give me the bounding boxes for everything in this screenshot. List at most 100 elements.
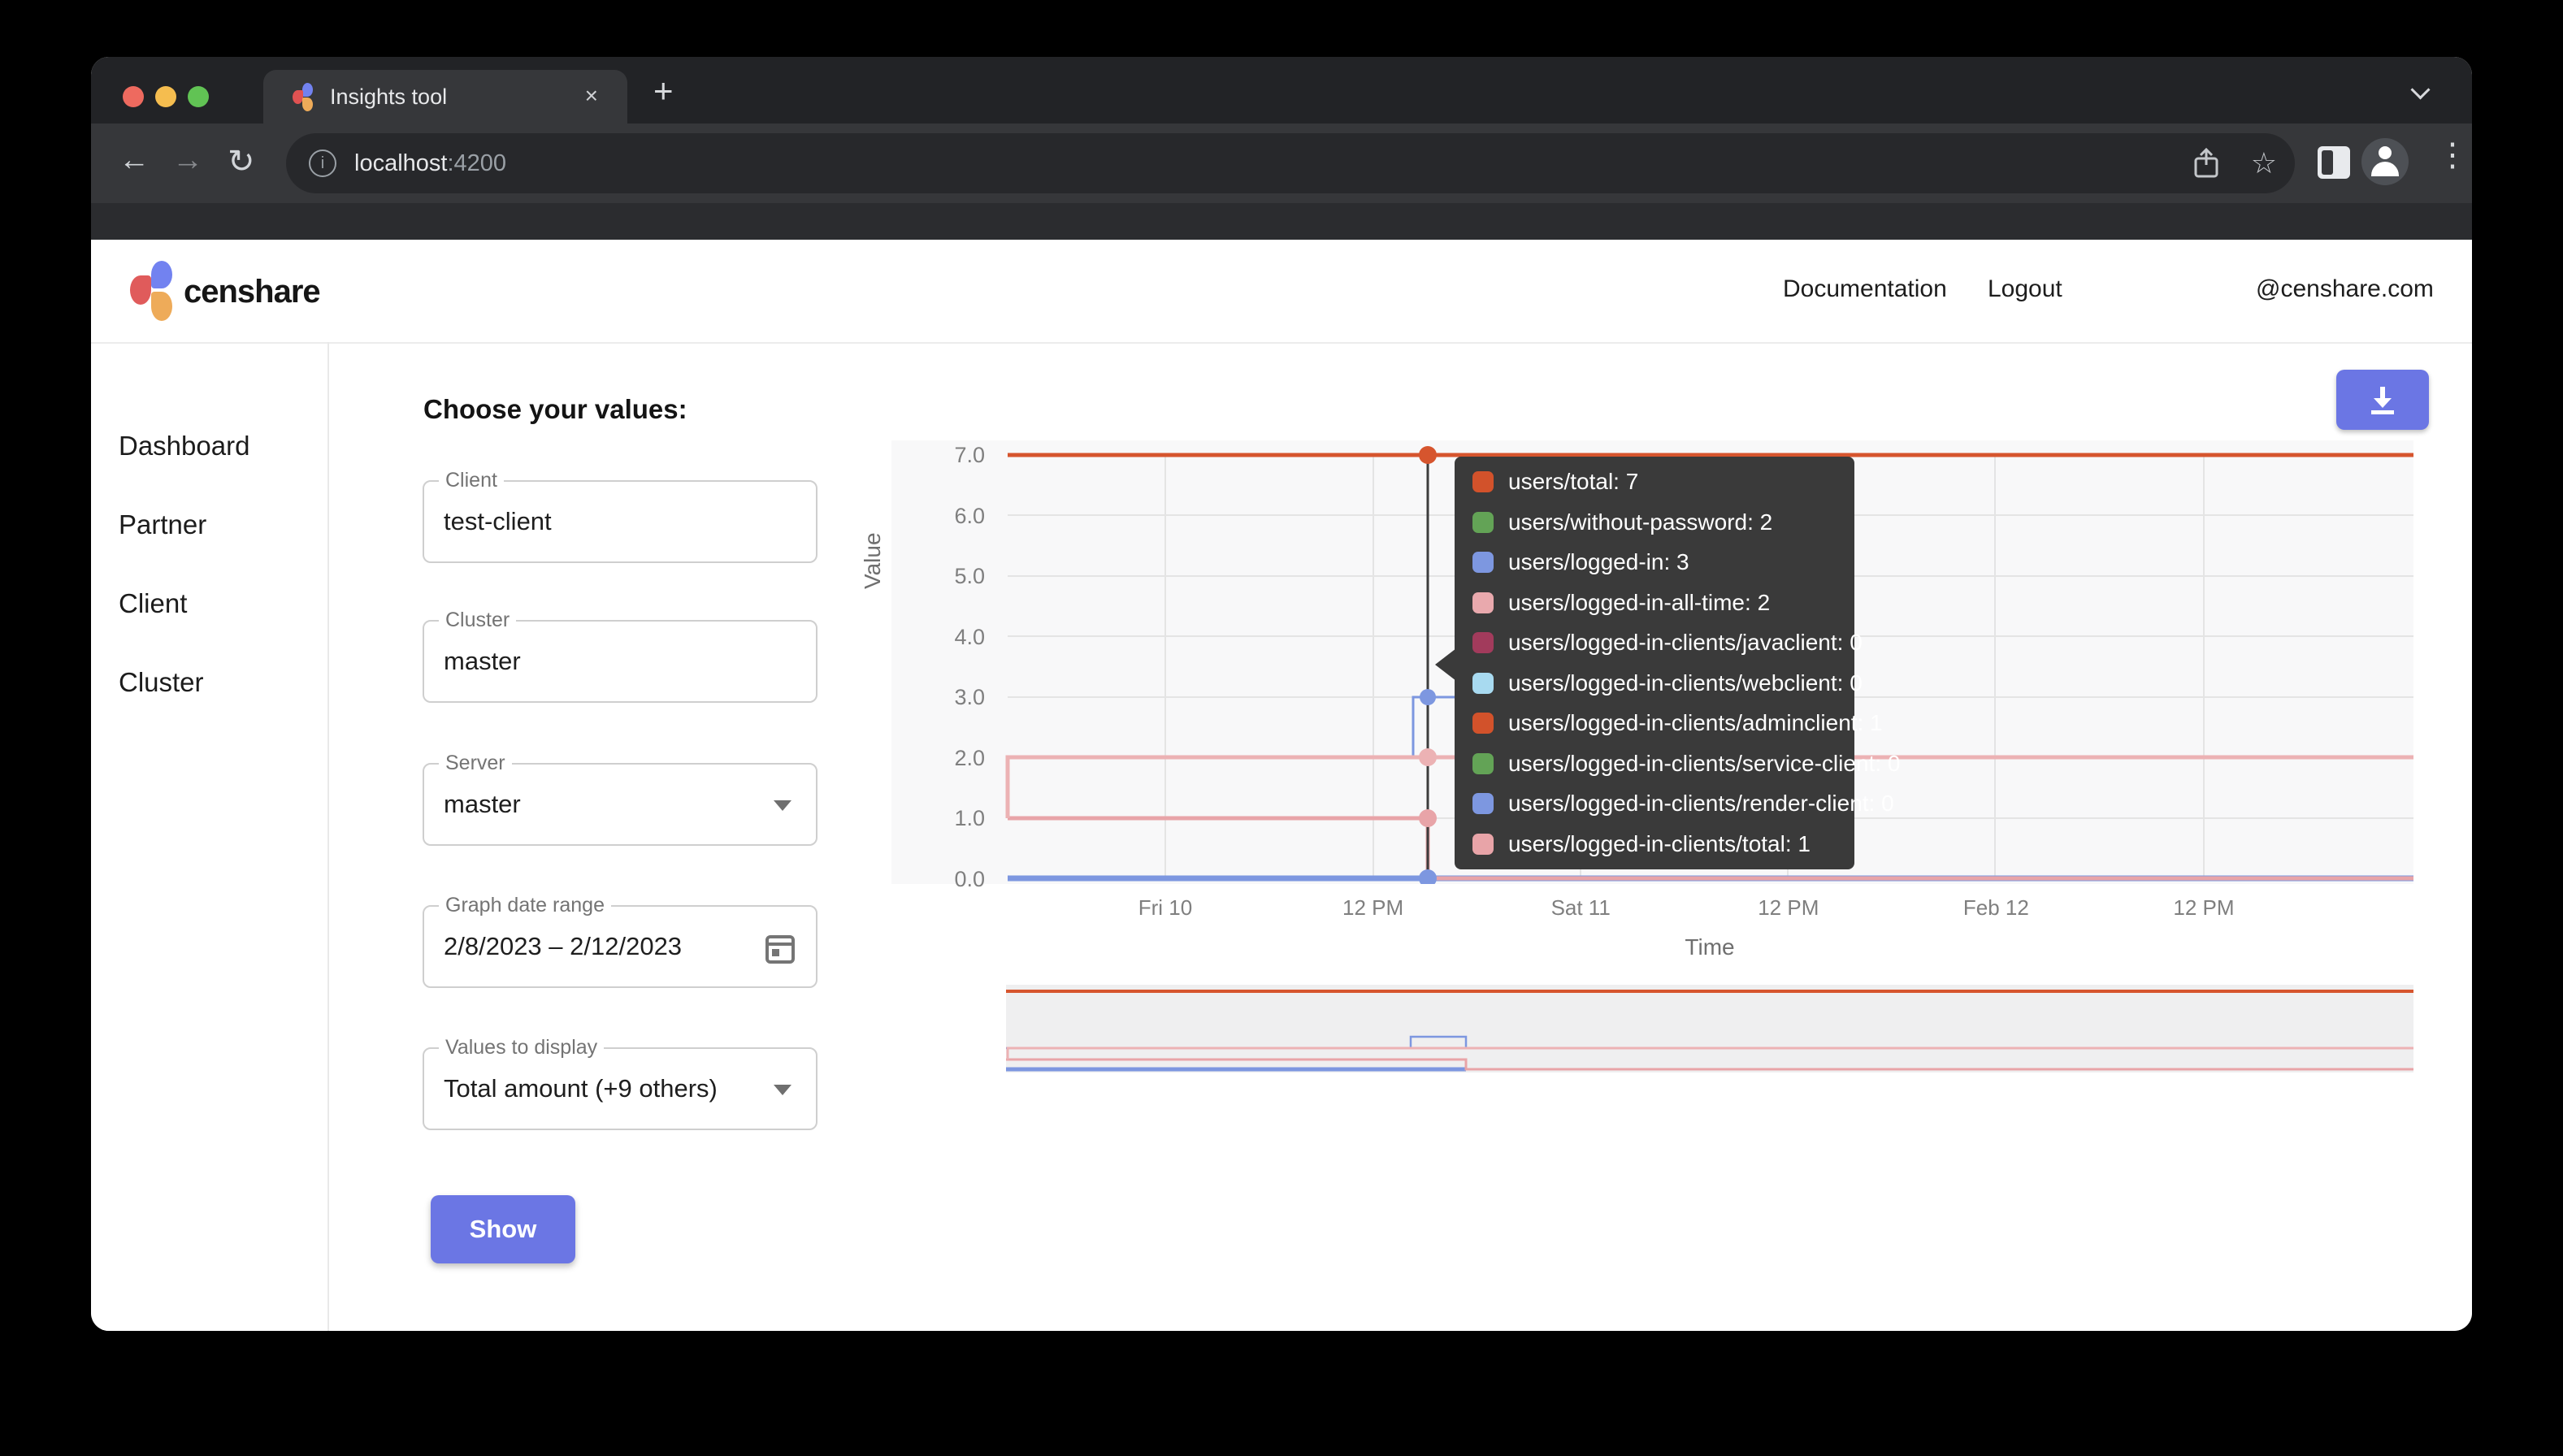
series-color-swatch xyxy=(1472,471,1494,492)
x-tick-label: Feb 12 xyxy=(1947,895,2045,921)
tab-search-chevron-icon[interactable] xyxy=(2412,81,2428,98)
overview-chart-svg[interactable] xyxy=(1006,985,2413,1072)
y-tick-label: 7.0 xyxy=(954,444,985,466)
sidebar-item[interactable]: Client xyxy=(119,589,327,618)
desktop-background: Insights tool × + ← → ↻ i localhost:4200 xyxy=(0,0,2563,1456)
chevron-down-icon[interactable] xyxy=(774,800,791,811)
tooltip-series-label: users/logged-in-clients/render-client: 0 xyxy=(1508,791,1894,817)
tooltip-row: users/logged-in: 3 xyxy=(1472,550,1854,574)
date-range-field[interactable]: Graph date range 2/8/2023 – 2/12/2023 xyxy=(423,905,817,988)
y-tick-label: 1.0 xyxy=(954,807,985,830)
sidebar-item[interactable]: Partner xyxy=(119,510,327,540)
hover-dot-total xyxy=(1419,446,1437,464)
server-select-value[interactable]: master xyxy=(444,765,521,844)
url-text[interactable]: localhost:4200 xyxy=(354,150,506,177)
download-chart-button[interactable] xyxy=(2336,370,2429,430)
series-color-swatch xyxy=(1472,592,1494,613)
hover-dot-zero xyxy=(1419,869,1437,884)
tooltip-series-label: users/logged-in-clients/adminclient: 1 xyxy=(1508,710,1883,736)
hover-dot-all-time xyxy=(1419,748,1437,766)
browser-tab[interactable]: Insights tool × xyxy=(263,70,627,124)
y-tick-label: 6.0 xyxy=(954,505,985,527)
x-tick-label: Fri 10 xyxy=(1117,895,1214,921)
tab-strip: Insights tool × + xyxy=(91,57,2472,124)
brand-name: censhare xyxy=(184,274,320,310)
forward-button[interactable]: → xyxy=(172,143,203,178)
tooltip-series-label: users/logged-in-clients/service-client: … xyxy=(1508,751,1900,777)
values-select-value[interactable]: Total amount (+9 others) xyxy=(444,1049,718,1129)
tooltip-row: users/logged-in-clients/adminclient: 1 xyxy=(1472,711,1854,735)
y-tick-label: 2.0 xyxy=(954,747,985,769)
reload-button[interactable]: ↻ xyxy=(228,143,255,180)
y-axis-title: Value xyxy=(860,532,886,589)
bookmark-star-icon[interactable]: ☆ xyxy=(2251,146,2277,180)
calendar-icon[interactable] xyxy=(764,931,796,969)
series-color-swatch xyxy=(1472,793,1494,814)
tooltip-series-label: users/logged-in-clients/javaclient: 0 xyxy=(1508,630,1863,656)
sidebar-item[interactable]: Cluster xyxy=(119,668,327,697)
maximize-window-button[interactable] xyxy=(188,86,209,107)
tooltip-row: users/logged-in-clients/webclient: 0 xyxy=(1472,671,1854,696)
client-field-value[interactable]: test-client xyxy=(444,482,552,561)
x-tick-label: 12 PM xyxy=(2155,895,2253,921)
chevron-down-icon[interactable] xyxy=(774,1085,791,1095)
tab-title: Insights tool xyxy=(330,84,447,110)
new-tab-button[interactable]: + xyxy=(653,72,674,110)
browser-menu-icon[interactable]: ⋮ xyxy=(2436,136,2469,174)
tooltip-row: users/logged-in-clients/render-client: 0 xyxy=(1472,791,1854,816)
x-tick-label: 12 PM xyxy=(1325,895,1422,921)
tooltip-series-label: users/logged-in-clients/webclient: 0 xyxy=(1508,670,1863,696)
nav-documentation[interactable]: Documentation xyxy=(1783,275,1947,303)
client-field[interactable]: Client test-client xyxy=(423,480,817,563)
back-button[interactable]: ← xyxy=(119,143,150,178)
tooltip-series-label: users/logged-in-all-time: 2 xyxy=(1508,590,1770,616)
y-axis-ticks: 7.0 6.0 5.0 4.0 3.0 2.0 1.0 0.0 xyxy=(912,444,985,890)
close-tab-icon[interactable]: × xyxy=(585,83,598,109)
x-axis-ticks: Fri 10 12 PM Sat 11 12 PM Feb 12 12 PM xyxy=(1117,895,2253,921)
tooltip-row: users/total: 7 xyxy=(1472,470,1854,494)
y-tick-label: 4.0 xyxy=(954,626,985,648)
tooltip-series-label: users/without-password: 2 xyxy=(1508,509,1772,535)
x-tick-label: 12 PM xyxy=(1740,895,1837,921)
y-tick-label: 3.0 xyxy=(954,686,985,708)
sidebar-item[interactable]: Dashboard xyxy=(119,431,327,461)
minimize-window-button[interactable] xyxy=(155,86,176,107)
date-range-value[interactable]: 2/8/2023 – 2/12/2023 xyxy=(444,907,682,986)
x-tick-label: Sat 11 xyxy=(1532,895,1629,921)
profile-avatar[interactable] xyxy=(2361,138,2409,185)
series-color-swatch xyxy=(1472,673,1494,694)
tooltip-series-label: users/logged-in: 3 xyxy=(1508,549,1689,575)
y-tick-label: 5.0 xyxy=(954,565,985,587)
x-axis-title: Time xyxy=(1628,934,1791,960)
address-bar[interactable]: i localhost:4200 ☆ xyxy=(286,133,2295,193)
form-title: Choose your values: xyxy=(423,394,687,425)
series-color-swatch xyxy=(1472,834,1494,855)
browser-toolbar: ← → ↻ i localhost:4200 ☆ ⋮ xyxy=(91,124,2472,203)
y-tick-label: 0.0 xyxy=(954,868,985,890)
account-name: @censhare.com xyxy=(2256,275,2434,303)
censhare-logo[interactable]: censhare xyxy=(130,261,398,323)
share-icon[interactable] xyxy=(2192,147,2220,180)
series-color-swatch xyxy=(1472,512,1494,533)
values-select[interactable]: Values to display Total amount (+9 other… xyxy=(423,1047,817,1130)
site-info-icon[interactable]: i xyxy=(309,150,336,177)
censhare-favicon-icon xyxy=(293,83,317,110)
server-select[interactable]: Server master xyxy=(423,763,817,846)
tooltip-series-label: users/total: 7 xyxy=(1508,469,1638,495)
series-color-swatch xyxy=(1472,632,1494,653)
browser-window: Insights tool × + ← → ↻ i localhost:4200 xyxy=(91,57,2472,1331)
close-window-button[interactable] xyxy=(123,86,144,107)
tooltip-series-label: users/logged-in-clients/total: 1 xyxy=(1508,831,1811,857)
tooltip-row: users/logged-in-clients/service-client: … xyxy=(1472,752,1854,776)
app-header: censhare Documentation Logout @censhare.… xyxy=(91,240,2472,344)
cluster-field-value[interactable]: master xyxy=(444,622,521,701)
tooltip-row: users/logged-in-all-time: 2 xyxy=(1472,591,1854,615)
sidebar: Dashboard Partner Client Cluster xyxy=(91,342,329,1331)
download-icon xyxy=(2365,382,2400,418)
cluster-field[interactable]: Cluster master xyxy=(423,620,817,703)
show-button[interactable]: Show xyxy=(431,1195,575,1263)
tooltip-row: users/logged-in-clients/total: 1 xyxy=(1472,832,1854,856)
nav-logout[interactable]: Logout xyxy=(1988,275,2062,303)
side-panel-icon[interactable] xyxy=(2318,146,2350,179)
tooltip-row: users/without-password: 2 xyxy=(1472,510,1854,535)
